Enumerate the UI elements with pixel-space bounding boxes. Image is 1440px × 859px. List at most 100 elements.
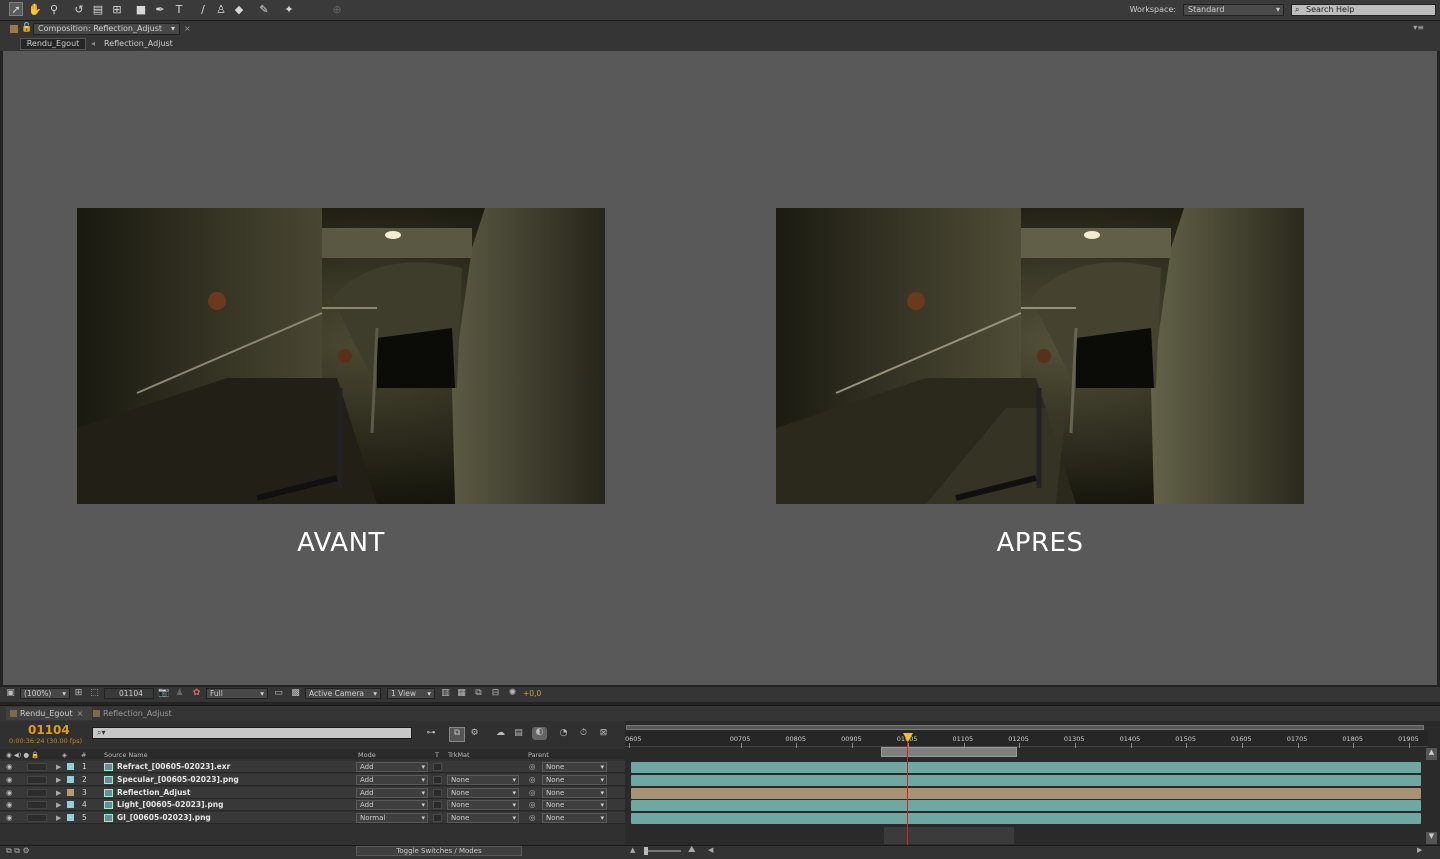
layer-trkmat-select[interactable]: None [447,800,519,811]
tab-reflection-adjust[interactable]: Reflection_Adjust [89,707,172,720]
snapshot-icon[interactable]: 📷 [158,688,169,699]
layer-source-name[interactable]: GI_[00605-02023].png [117,813,211,823]
camera-tool-icon[interactable]: ▤ [91,2,105,16]
draft-3d-icon[interactable]: ⚙ [469,728,480,739]
current-time-indicator[interactable] [907,733,908,845]
current-time-field[interactable]: 01104 [104,688,154,699]
clone-stamp-tool-icon[interactable]: ♙ [214,2,228,16]
magnification-select[interactable]: (100%) ▾ [20,688,70,699]
layer-duration-bar[interactable] [631,787,1421,799]
tab-rendu-egout[interactable]: Rendu_Egout × [6,707,92,720]
selection-tool-icon[interactable]: ➚ [9,2,23,16]
exposure-value[interactable]: +0,0 [523,689,541,698]
eye-icon[interactable]: ◉ [6,813,13,823]
eraser-tool-icon[interactable]: ◆ [232,2,246,16]
label-color-swatch[interactable] [67,801,74,809]
preserve-transparency-checkbox[interactable] [433,788,442,797]
zoom-slider-thumb[interactable] [644,847,648,855]
zoom-tool-icon[interactable]: ⚲ [47,2,61,16]
timecode-display[interactable]: 01104 [28,723,70,737]
scroll-right-icon[interactable]: ▶ [1417,846,1422,854]
table-row[interactable]: ◉ ▶ 2 Specular_[00605-02023].png Add None ◎ Non… [0,773,625,786]
zoom-out-icon[interactable]: ▲ [630,846,635,854]
comp-flowchart-icon[interactable]: ⊟ [490,688,501,699]
layer-parent-select[interactable]: None [542,800,607,811]
close-tab-icon[interactable]: × [77,709,84,718]
layer-duration-bar[interactable] [631,774,1421,786]
transparency-grid-icon[interactable]: ▩ [290,688,301,699]
layer-mode-select[interactable]: Add [356,787,428,798]
panel-menu-icon[interactable]: ▾≡ [1413,23,1424,32]
pick-whip-icon[interactable]: ◎ [529,775,536,785]
view-layout-select[interactable]: 1 View ▾ [387,688,435,699]
show-snapshot-icon[interactable]: ♟ [174,688,185,699]
layer-mode-select[interactable]: Add [356,762,428,772]
table-row[interactable]: ◉ ▶ 1 Refract_[00605-02023].exr Add ◎ None [0,761,625,773]
reset-exposure-icon[interactable]: ✺ [507,688,518,699]
switches-cell[interactable] [27,775,47,784]
breadcrumb-rendu-egout[interactable]: Rendu_Egout [20,38,86,50]
eye-icon[interactable]: ◉ [6,762,13,772]
fast-previews-icon[interactable]: ▦ [456,688,467,699]
timeline-icon[interactable]: ⧉ [473,688,484,699]
stopwatch-icon[interactable]: ⏱ [578,728,589,739]
label-color-swatch[interactable] [67,763,74,770]
always-preview-icon[interactable]: ▣ [5,688,16,699]
composition-tab[interactable]: Composition: Reflection_Adjust ▾ [33,23,180,35]
layer-duration-bar[interactable] [631,762,1421,773]
pick-whip-icon[interactable]: ◎ [529,813,536,823]
table-row[interactable]: ◉ ▶ 4 Light_[00605-02023].png Add None ◎ None [0,799,625,812]
puppet-tool-icon[interactable]: ✦ [282,2,296,16]
layer-parent-select[interactable]: None [542,813,607,824]
layer-mode-select[interactable]: Normal [356,813,428,824]
preserve-transparency-checkbox[interactable] [433,763,442,771]
layer-source-name[interactable]: Refract_[00605-02023].exr [117,762,230,772]
close-tab-icon[interactable]: × [184,24,191,33]
text-tool-icon[interactable]: T [172,2,186,16]
layer-duration-bar[interactable] [631,800,1421,812]
resolution-select[interactable]: Full ▾ [206,688,268,699]
expand-triangle-icon[interactable]: ▶ [56,762,61,772]
layer-trkmat-select[interactable]: None [447,813,519,824]
switches-cell[interactable] [27,788,47,797]
preserve-transparency-checkbox[interactable] [433,801,442,810]
current-time-indicator-head[interactable] [903,733,913,742]
layer-mode-select[interactable]: Add [356,774,428,785]
label-color-swatch[interactable] [67,775,74,783]
hand-tool-icon[interactable]: ✋ [28,2,42,16]
roto-brush-tool-icon[interactable]: ✎ [257,2,271,16]
layer-source-name[interactable]: Reflection_Adjust [117,788,190,798]
eye-icon[interactable]: ◉ [6,775,13,785]
layer-parent-select[interactable]: None [542,774,607,785]
label-color-swatch[interactable] [67,788,74,796]
pen-tool-icon[interactable]: ✒ [153,2,167,16]
table-row[interactable]: ◉ ▶ 5 GI_[00605-02023].png Normal None ◎ None [0,812,625,825]
lock-icon[interactable]: 🔓 [21,23,32,33]
scroll-up-icon[interactable]: ▲ [1426,748,1437,760]
expand-triangle-icon[interactable]: ▶ [56,775,61,785]
layer-trkmat-select[interactable]: None [447,787,519,798]
channels-icon[interactable]: ✿ [191,688,202,699]
work-area-bar[interactable] [626,725,1424,730]
workspace-select[interactable]: Standard ▾ [1183,4,1284,16]
expand-collapse-panes-icon[interactable]: ⧉ ⧉ ⚙ [6,846,30,856]
toggle-switches-modes-button[interactable]: Toggle Switches / Modes [356,846,522,856]
layer-parent-select[interactable]: None [542,762,607,772]
hide-shy-layers-icon[interactable]: ☁ [495,728,506,739]
graph-editor-icon[interactable]: ◔ [558,728,569,739]
layer-parent-select[interactable]: None [542,787,607,798]
preserve-transparency-checkbox[interactable] [433,775,442,784]
layer-mode-select[interactable]: Add [356,800,428,811]
grid-icon[interactable]: ⊞ [73,688,84,699]
layer-duration-bar[interactable] [631,813,1421,825]
scroll-down-icon[interactable]: ▼ [1426,832,1437,844]
eye-icon[interactable]: ◉ [6,788,13,798]
table-row[interactable]: ◉ ▶ 3 Reflection_Adjust Add None ◎ None [0,786,625,799]
camera-select[interactable]: Active Camera ▾ [305,688,381,699]
switches-cell[interactable] [27,801,47,810]
pick-whip-icon[interactable]: ◎ [529,788,536,798]
layer-source-name[interactable]: Light_[00605-02023].png [117,800,223,810]
timeline-scrollbar-thumb[interactable] [884,827,1014,844]
composition-mini-flowchart-icon[interactable]: ⊶ [423,728,439,739]
region-of-interest-icon[interactable]: ▭ [273,688,284,699]
